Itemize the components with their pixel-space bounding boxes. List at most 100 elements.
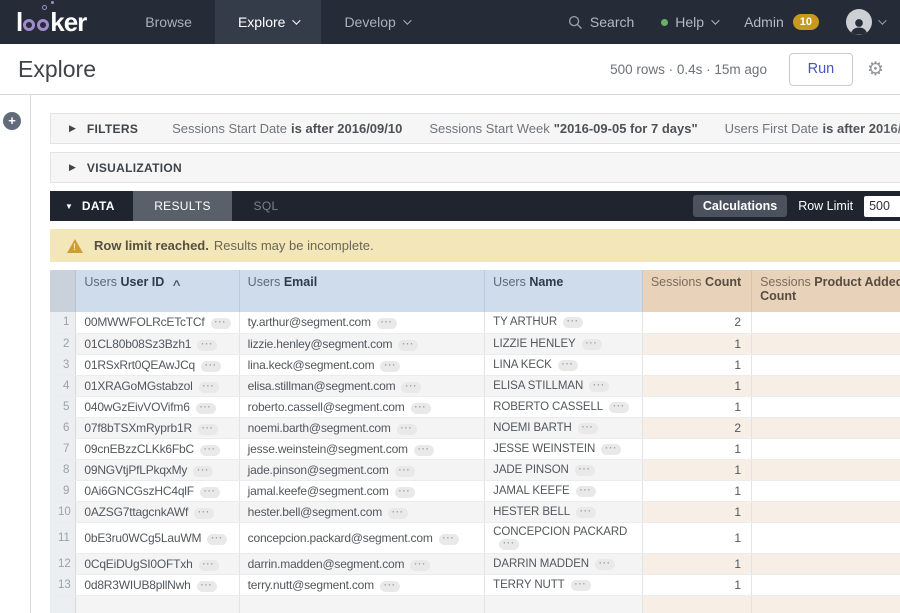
cell-menu-icon[interactable] [397,424,417,435]
cell-user-id[interactable]: 0AZSG7ttagcnkAWf [76,501,239,522]
cell-product-added[interactable]: 1 [752,480,900,501]
expand-right-icon[interactable] [69,123,76,134]
cell-count[interactable]: 1 [642,333,751,354]
cell-email[interactable]: lizzie.henley@segment.com [239,333,485,354]
cell-menu-icon[interactable] [571,580,591,591]
cell-menu-icon[interactable] [601,444,621,455]
filter-item[interactable]: Sessions Start Dateis after 2016/09/10 [172,121,402,136]
cell-product-added[interactable]: 1 [752,396,900,417]
cell-menu-icon[interactable] [575,465,595,476]
cell-menu-icon[interactable] [199,382,219,393]
filters-label[interactable]: FILTERS [87,122,138,136]
cell-menu-icon[interactable] [558,360,578,371]
cell-menu-icon[interactable] [388,508,408,519]
cell-menu-icon[interactable] [563,317,583,328]
cell-name[interactable] [485,595,643,613]
cell-user-id[interactable]: 00MWWFOLRcETcTCf [76,312,239,333]
cell-email[interactable]: jamal.keefe@segment.com [239,480,485,501]
column-header-user-id[interactable]: Users User ID [76,270,239,312]
cell-menu-icon[interactable] [211,318,231,329]
tab-results[interactable]: RESULTS [133,191,232,221]
cell-menu-icon[interactable] [194,508,214,519]
cell-user-id[interactable]: 07f8bTSXmRyprb1R [76,417,239,438]
column-header-email[interactable]: Users Email [239,270,485,312]
calculations-button[interactable]: Calculations [693,195,787,217]
cell-name[interactable]: NOEMI BARTH [485,417,643,438]
cell-menu-icon[interactable] [199,560,219,571]
cell-product-added[interactable]: 0 [752,501,900,522]
cell-user-id[interactable]: 01CL80b08Sz3Bzh1 [76,333,239,354]
tab-sql[interactable]: SQL [232,191,300,221]
cell-name[interactable]: DARRIN MADDEN [485,553,643,574]
cell-menu-icon[interactable] [200,445,220,456]
cell-count[interactable]: 1 [642,480,751,501]
looker-logo[interactable]: lker [16,7,86,38]
cell-count[interactable]: 2 [642,417,751,438]
cell-menu-icon[interactable] [578,423,598,434]
cell-email[interactable]: jesse.weinstein@segment.com [239,438,485,459]
cell-count[interactable]: 1 [642,354,751,375]
cell-menu-icon[interactable] [589,381,609,392]
cell-email[interactable]: darrin.madden@segment.com [239,553,485,574]
cell-product-added[interactable]: 1 [752,522,900,553]
cell-menu-icon[interactable] [414,445,434,456]
cell-menu-icon[interactable] [401,382,421,393]
cell-count[interactable]: 1 [642,459,751,480]
cell-name[interactable]: CONCEPCION PACKARD [485,522,643,553]
nav-item-explore[interactable]: Explore [215,0,321,44]
cell-menu-icon[interactable] [576,486,596,497]
run-button[interactable]: Run [789,53,853,86]
cell-product-added[interactable]: 2 [752,312,900,333]
cell-menu-icon[interactable] [499,539,519,550]
column-header-count[interactable]: Sessions Count [642,270,751,312]
cell-menu-icon[interactable] [411,403,431,414]
cell-name[interactable]: JAMAL KEEFE [485,480,643,501]
cell-user-id[interactable]: 0bE3ru0WCg5LauWM [76,522,239,553]
cell-menu-icon[interactable] [439,534,459,545]
cell-email[interactable] [239,595,485,613]
add-icon[interactable] [3,112,21,130]
cell-product-added[interactable]: 0 [752,574,900,595]
cell-menu-icon[interactable] [377,318,397,329]
cell-email[interactable]: lina.keck@segment.com [239,354,485,375]
search-button[interactable]: Search [568,14,634,30]
cell-product-added[interactable]: 2 [752,417,900,438]
cell-menu-icon[interactable] [198,424,218,435]
cell-menu-icon[interactable] [380,581,400,592]
cell-menu-icon[interactable] [576,507,596,518]
cell-name[interactable]: JADE PINSON [485,459,643,480]
cell-name[interactable]: TY ARTHUR [485,312,643,333]
cell-user-id[interactable]: 01RSxRrt0QEAwJCq [76,354,239,375]
cell-name[interactable]: ROBERTO CASSELL [485,396,643,417]
column-header-name[interactable]: Users Name [485,270,643,312]
cell-menu-icon[interactable] [410,560,430,571]
filter-item[interactable]: Users First Dateis after 2016/09/10 [725,121,900,136]
cell-menu-icon[interactable] [398,340,418,351]
cell-menu-icon[interactable] [201,361,221,372]
cell-menu-icon[interactable] [193,466,213,477]
cell-menu-icon[interactable] [197,340,217,351]
cell-email[interactable]: roberto.cassell@segment.com [239,396,485,417]
cell-email[interactable]: terry.nutt@segment.com [239,574,485,595]
cell-email[interactable]: elisa.stillman@segment.com [239,375,485,396]
visualization-label[interactable]: VISUALIZATION [87,161,182,175]
expand-right-icon[interactable] [69,162,76,173]
gear-icon[interactable]: ⚙ [867,58,884,81]
cell-product-added[interactable]: 0 [752,459,900,480]
cell-menu-icon[interactable] [395,466,415,477]
cell-menu-icon[interactable] [200,487,220,498]
cell-email[interactable]: concepcion.packard@segment.com [239,522,485,553]
cell-count[interactable]: 1 [642,375,751,396]
cell-menu-icon[interactable] [395,487,415,498]
cell-user-id[interactable]: 040wGzEivVOVifm6 [76,396,239,417]
cell-count[interactable]: 1 [642,553,751,574]
cell-product-added[interactable]: 0 [752,333,900,354]
cell-count[interactable]: 1 [642,522,751,553]
cell-product-added[interactable]: 1 [752,553,900,574]
cell-user-id[interactable]: 09cnEBzzCLKk6FbC [76,438,239,459]
cell-user-id[interactable]: 0CqEiDUgSI0OFTxh [76,553,239,574]
row-limit-input[interactable] [864,196,900,217]
cell-name[interactable]: LIZZIE HENLEY [485,333,643,354]
cell-name[interactable]: HESTER BELL [485,501,643,522]
cell-user-id[interactable]: 01XRAGoMGstabzol [76,375,239,396]
